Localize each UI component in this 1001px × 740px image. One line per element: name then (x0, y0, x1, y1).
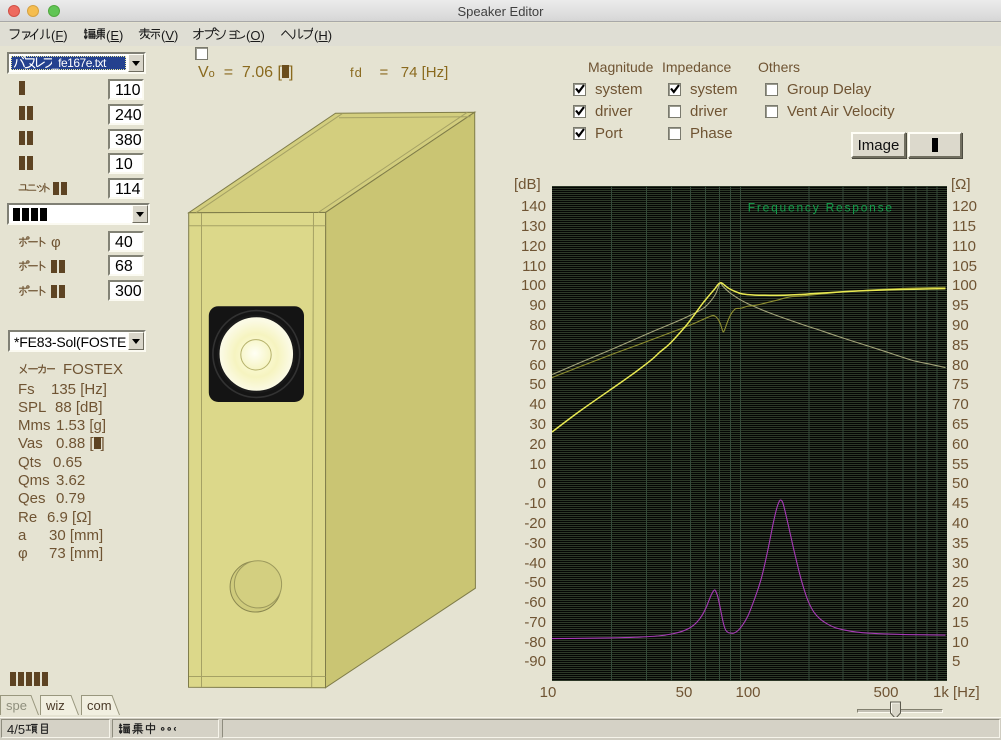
svg-text:spe: spe (6, 698, 27, 713)
svg-text:Frequency Response: Frequency Response (748, 200, 894, 214)
svg-text:com: com (87, 698, 112, 713)
svg-text:wiz: wiz (45, 698, 65, 713)
